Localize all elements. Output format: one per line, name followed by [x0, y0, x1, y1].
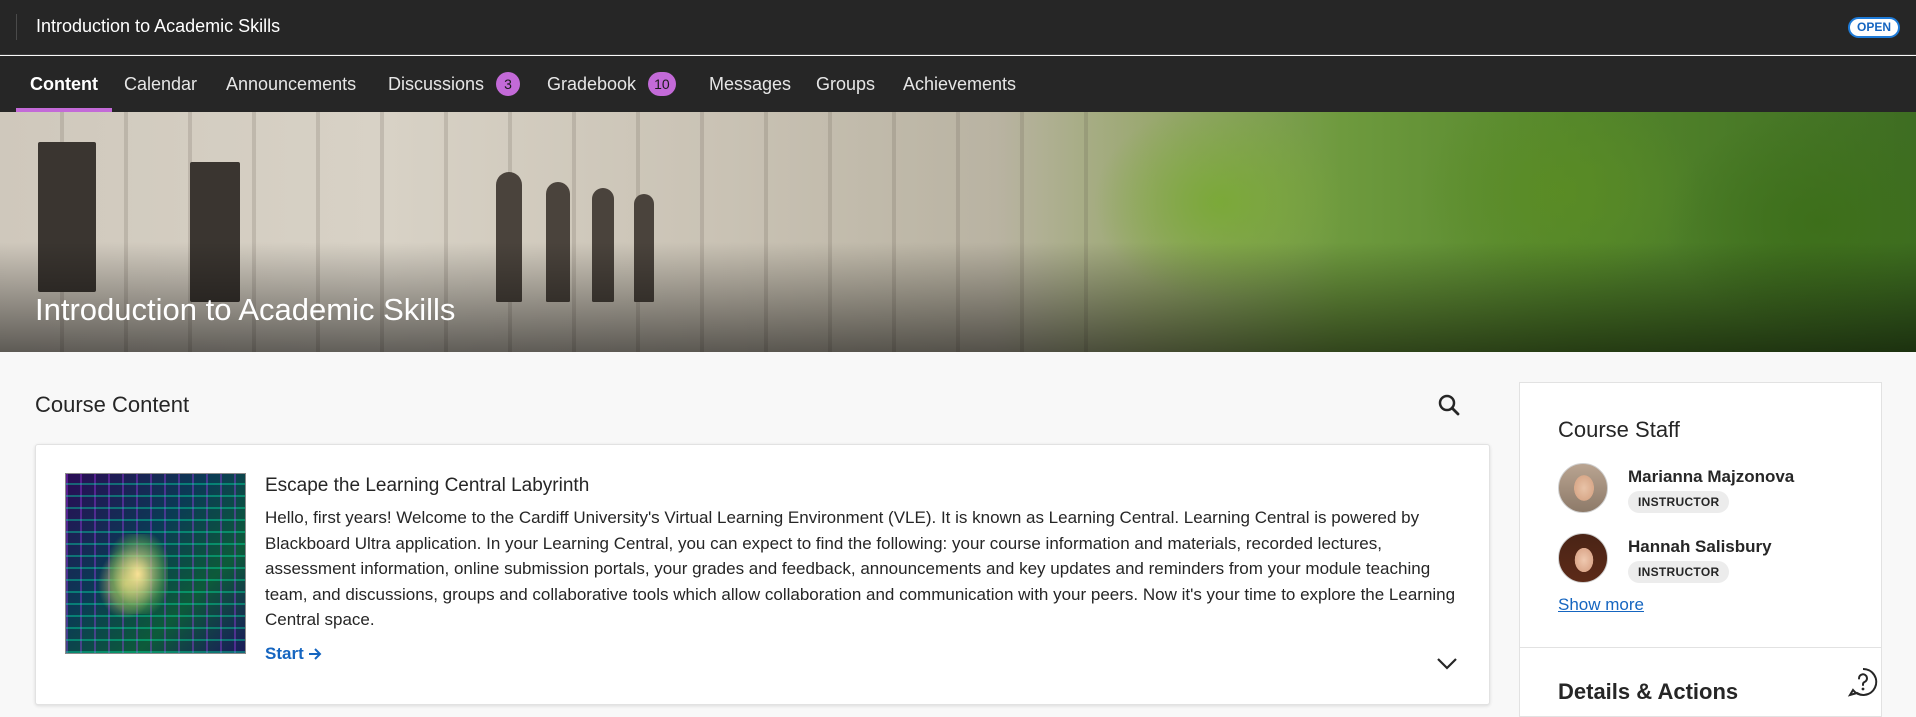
start-link-label: Start — [265, 644, 304, 663]
tab-discussions[interactable]: Discussions 3 — [388, 56, 521, 112]
details-actions-heading: Details & Actions — [1558, 679, 1739, 704]
content-item-description: Hello, first years! Welcome to the Cardi… — [265, 508, 1456, 629]
tab-gradebook[interactable]: Gradebook 10 — [547, 56, 676, 112]
course-staff-panel: Course Staff Marianna Majzonova INSTRUCT… — [1519, 382, 1882, 717]
chevron-down-icon — [1437, 658, 1457, 670]
staff-member[interactable]: Hannah Salisbury INSTRUCTOR — [1558, 533, 1858, 587]
panel-divider — [1520, 647, 1881, 648]
course-staff-heading: Course Staff — [1558, 417, 1680, 442]
course-nav-tabs: Content Calendar Announcements Discussio… — [0, 56, 1916, 112]
gradebook-count-badge: 10 — [648, 72, 676, 96]
discussions-count-badge: 3 — [496, 72, 521, 96]
staff-name: Marianna Majzonova — [1628, 467, 1795, 486]
tab-content[interactable]: Content — [16, 56, 112, 112]
arrow-right-icon — [308, 648, 322, 660]
staff-member[interactable]: Marianna Majzonova INSTRUCTOR — [1558, 463, 1858, 517]
tab-discussions-label: Discussions — [388, 73, 485, 94]
staff-role-badge: INSTRUCTOR — [1628, 561, 1730, 583]
avatar — [1558, 533, 1608, 583]
course-status-badge: OPEN — [1848, 17, 1900, 38]
staff-role-badge: INSTRUCTOR — [1628, 491, 1730, 513]
course-content-heading: Course Content — [35, 392, 190, 417]
banner-title: Introduction to Academic Skills — [35, 292, 456, 327]
help-button[interactable] — [1847, 666, 1879, 698]
labyrinth-thumbnail — [65, 473, 246, 654]
tab-messages-label: Messages — [709, 73, 792, 94]
staff-name: Hannah Salisbury — [1628, 537, 1772, 556]
tab-groups-label: Groups — [816, 73, 876, 94]
course-title: Introduction to Academic Skills — [36, 16, 281, 36]
tab-groups[interactable]: Groups — [816, 56, 875, 112]
thumbnail-glow — [108, 534, 168, 614]
title-separator — [16, 14, 17, 40]
tab-achievements[interactable]: Achievements — [903, 56, 1016, 112]
content-item-card: Escape the Learning Central Labyrinth He… — [35, 444, 1490, 705]
search-icon — [1438, 394, 1460, 416]
help-icon — [1847, 667, 1878, 697]
show-more-link[interactable]: Show more — [1558, 595, 1644, 615]
tab-messages[interactable]: Messages — [709, 56, 791, 112]
expand-item-button[interactable] — [1433, 652, 1461, 674]
avatar — [1558, 463, 1608, 513]
search-button[interactable] — [1436, 392, 1462, 418]
tab-achievements-label: Achievements — [903, 73, 1017, 94]
tab-content-label: Content — [30, 73, 98, 94]
tab-calendar-label: Calendar — [124, 73, 198, 94]
content-item-title[interactable]: Escape the Learning Central Labyrinth — [265, 475, 589, 497]
tab-announcements-label: Announcements — [226, 73, 357, 94]
tab-calendar[interactable]: Calendar — [124, 56, 197, 112]
course-banner-image: Introduction to Academic Skills — [0, 112, 1916, 352]
tab-gradebook-label: Gradebook — [547, 73, 637, 94]
course-title-bar: Introduction to Academic Skills OPEN — [0, 0, 1916, 55]
start-link[interactable]: Start — [265, 644, 322, 664]
tab-announcements[interactable]: Announcements — [226, 56, 356, 112]
